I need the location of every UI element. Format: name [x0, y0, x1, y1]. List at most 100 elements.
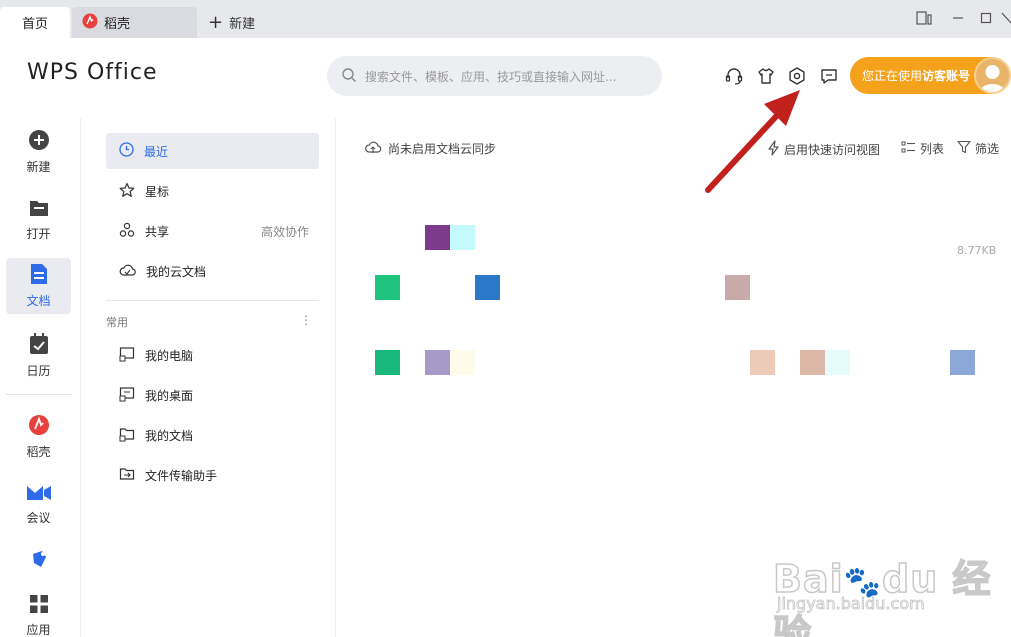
more-options-icon[interactable]: ⋮	[300, 313, 312, 327]
search-icon	[341, 67, 357, 86]
nav-my-documents-label: 我的文档	[145, 428, 194, 443]
file-size: 8.77KB	[957, 244, 997, 257]
search-bar[interactable]: 搜索文件、模板、应用、技巧或直接输入网址...	[327, 56, 662, 96]
tab-daoke-label: 稻壳	[104, 17, 131, 32]
avatar[interactable]	[974, 57, 1011, 94]
ai-assistant-icon	[28, 548, 50, 573]
desktop-shortcut-icon	[119, 386, 135, 405]
rail-open[interactable]: 打开	[6, 192, 71, 248]
nav-section-common: 常用	[106, 316, 128, 329]
file-thumbnail[interactable]	[750, 350, 775, 375]
clock-icon	[119, 142, 134, 160]
cloud-icon	[119, 263, 136, 280]
filter-icon	[957, 140, 971, 157]
nav-my-documents[interactable]: 我的文档	[106, 417, 319, 453]
filter-button[interactable]: 筛选	[957, 140, 999, 157]
computer-shortcut-icon	[119, 346, 135, 365]
account-name: 访客账号	[922, 69, 971, 83]
file-thumbnail[interactable]	[450, 225, 475, 250]
nav-my-computer-label: 我的电脑	[145, 348, 194, 363]
rail-meeting-label: 会议	[26, 511, 51, 525]
list-icon	[901, 141, 916, 157]
baidu-jingyan-watermark: Bai🐾du 经验 jingyan.baidu.com	[772, 556, 992, 637]
nav-file-transfer-label: 文件传输助手	[145, 468, 218, 483]
rail-docs[interactable]: 文档	[6, 258, 71, 314]
nav-recent[interactable]: 最近	[106, 133, 319, 169]
file-thumbnail[interactable]	[375, 350, 400, 375]
shared-collab-link[interactable]: 高效协作	[261, 223, 309, 240]
filter-label: 筛选	[975, 142, 1000, 156]
nav-cloud-docs-label: 我的云文档	[146, 264, 207, 279]
tab-home[interactable]: 首页	[0, 7, 70, 38]
document-icon	[29, 263, 49, 288]
rail-new-label: 新建	[26, 160, 51, 174]
cloud-sync-label: 尚未启用文档云同步	[388, 142, 497, 156]
nav-shared[interactable]: 共享 高效协作	[106, 213, 319, 249]
file-thumbnail[interactable]	[825, 350, 850, 375]
documents-folder-icon	[119, 426, 135, 445]
share-icon	[119, 222, 135, 241]
nav-divider	[106, 300, 319, 301]
list-view-label: 列表	[920, 142, 945, 156]
nav-my-desktop[interactable]: 我的桌面	[106, 377, 319, 413]
maximize-icon[interactable]	[975, 8, 997, 28]
daoke-icon	[82, 13, 98, 33]
nav-file-transfer[interactable]: 文件传输助手	[106, 457, 319, 493]
quick-view-button[interactable]: 启用快速访问视图	[767, 140, 880, 159]
rail-divider	[6, 394, 72, 395]
file-thumbnail[interactable]	[425, 350, 450, 375]
nav-my-desktop-label: 我的桌面	[145, 388, 194, 403]
rail-daoke[interactable]: 稻壳	[6, 409, 71, 465]
rail-meeting[interactable]: 会议	[6, 477, 71, 533]
file-thumbnail[interactable]	[450, 350, 475, 375]
nav-cloud-docs[interactable]: 我的云文档	[106, 253, 319, 289]
headset-icon[interactable]	[723, 65, 745, 87]
nav-border	[335, 118, 336, 637]
rail-daoke-label: 稻壳	[26, 445, 51, 459]
gear-icon[interactable]	[786, 65, 808, 87]
close-icon[interactable]	[1000, 8, 1011, 28]
nav-starred-label: 星标	[145, 184, 170, 199]
layout-toggle-icon[interactable]	[913, 8, 935, 28]
rail-border	[80, 118, 81, 637]
nav-starred[interactable]: 星标	[106, 173, 319, 209]
cloud-upload-icon	[364, 140, 382, 157]
nav-recent-label: 最近	[144, 144, 169, 159]
nav-shared-label: 共享	[145, 224, 170, 239]
tshirt-icon[interactable]	[755, 65, 777, 87]
rail-apps-label: 应用	[26, 623, 51, 637]
file-thumbnail[interactable]	[950, 350, 975, 375]
file-thumbnail[interactable]	[425, 225, 450, 250]
cloud-sync-status[interactable]: 尚未启用文档云同步	[364, 140, 496, 157]
tab-daoke[interactable]: 稻壳	[72, 7, 197, 38]
folder-icon	[28, 198, 50, 221]
rail-ai[interactable]	[6, 540, 71, 580]
nav-my-computer[interactable]: 我的电脑	[106, 337, 319, 373]
minimize-icon[interactable]	[947, 8, 969, 28]
file-transfer-icon	[119, 466, 135, 485]
star-icon	[119, 182, 135, 201]
meeting-icon	[26, 484, 52, 505]
lightning-icon	[767, 140, 780, 159]
plus-icon: +	[208, 11, 224, 33]
title-bar: 首页 稻壳 + 新建	[0, 0, 1011, 38]
rail-open-label: 打开	[26, 227, 51, 241]
file-thumbnail[interactable]	[725, 275, 750, 300]
rail-apps[interactable]: 应用	[6, 588, 71, 637]
rail-calendar-label: 日历	[26, 364, 51, 378]
search-placeholder: 搜索文件、模板、应用、技巧或直接输入网址...	[365, 69, 617, 84]
rail-new[interactable]: 新建	[6, 124, 71, 180]
plus-circle-icon	[28, 129, 50, 154]
file-thumbnail[interactable]	[800, 350, 825, 375]
list-view-button[interactable]: 列表	[901, 140, 944, 157]
account-prefix: 您正在使用	[862, 69, 923, 83]
message-icon[interactable]	[818, 65, 840, 87]
file-thumbnail[interactable]	[375, 275, 400, 300]
wps-logo: WPS Office	[27, 60, 158, 85]
quick-view-label: 启用快速访问视图	[784, 143, 881, 157]
new-tab-label: 新建	[229, 17, 256, 32]
daoke-icon	[28, 414, 50, 439]
file-thumbnail[interactable]	[475, 275, 500, 300]
rail-calendar[interactable]: 日历	[6, 328, 71, 384]
new-tab-button[interactable]: + 新建	[208, 7, 255, 38]
